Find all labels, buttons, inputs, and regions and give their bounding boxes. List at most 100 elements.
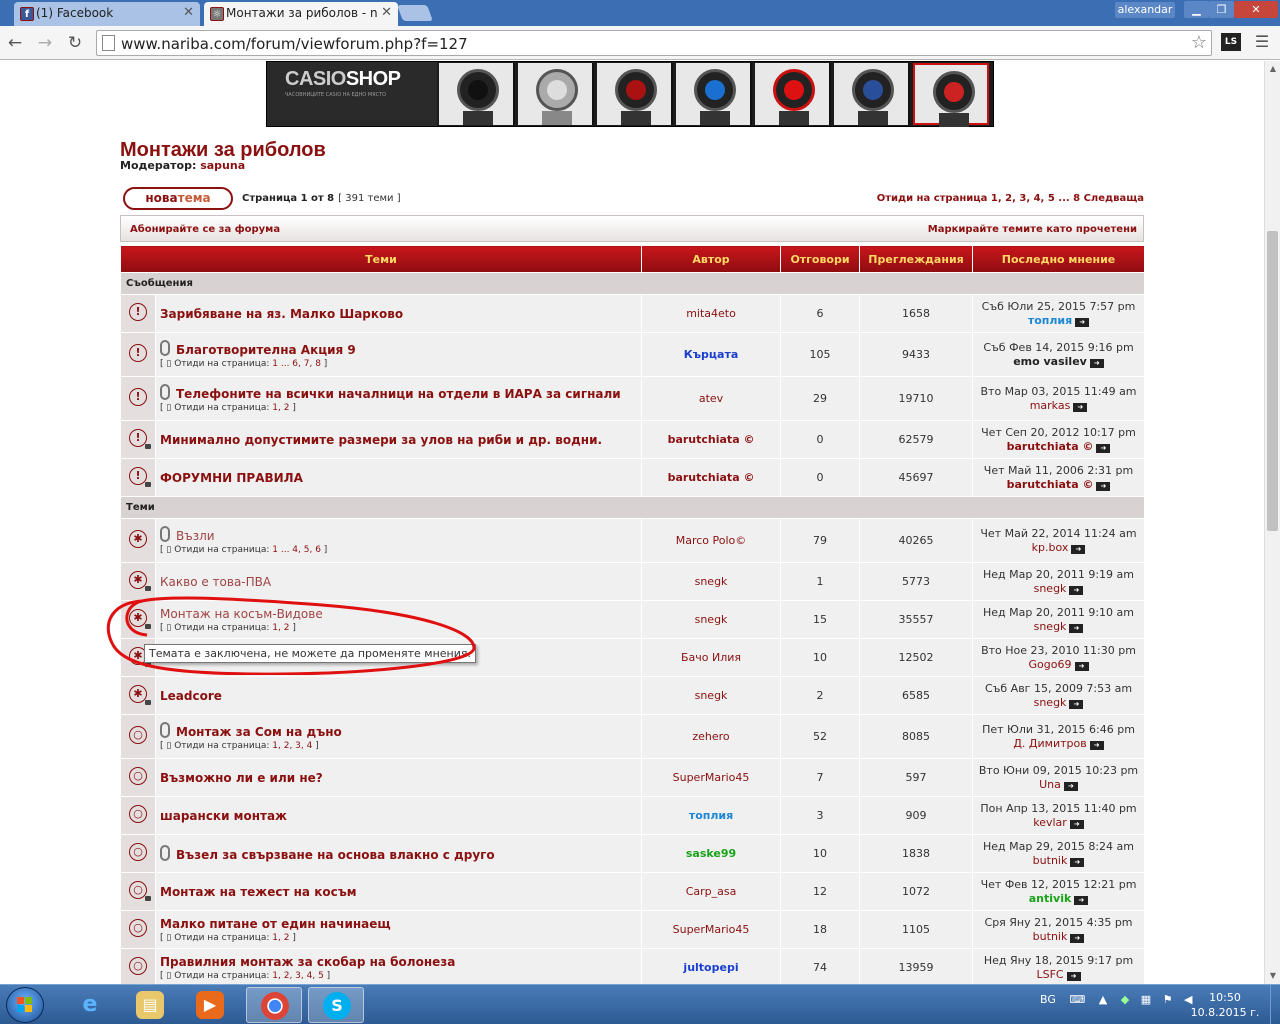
goto-last-post-icon[interactable]: ➜ [1074,661,1089,671]
goto-last-post-icon[interactable]: ➜ [1069,819,1084,829]
goto-last-post-icon[interactable]: ➜ [1074,895,1089,905]
goto-last-post-icon[interactable]: ➜ [1069,585,1084,595]
goto-last-post-icon[interactable]: ➜ [1070,933,1085,943]
subscribe-link[interactable]: Абонирайте се за форума [130,224,280,235]
goto-last-post-icon[interactable]: ➜ [1075,317,1090,327]
topic-link[interactable]: Leadcore [160,689,222,703]
maximize-button[interactable]: ❐ [1209,1,1234,18]
scroll-thumb[interactable] [1267,231,1278,531]
topic-page-links[interactable]: 1, 2 [272,933,289,943]
topic-link[interactable]: Благотворителна Акция 9 [176,343,356,357]
show-desktop-button[interactable] [1270,985,1280,1024]
topic-page-links[interactable]: 1 ... 6, 7, 8 [272,359,321,369]
topic-link[interactable]: Възли [176,529,215,543]
scroll-down-icon[interactable]: ▼ [1265,968,1280,984]
topic-link[interactable]: Телефоните на всички началници на отдели… [176,387,621,401]
topic-author[interactable]: SuperMario45 [641,910,782,949]
topic-author[interactable]: jultopepi [641,948,782,984]
minimize-button[interactable]: ▁ [1184,1,1209,18]
casio-banner[interactable]: CASIOSHOP ЧАСОВНИЦИТЕ CASIO НА ЕДНО МЯСТ… [266,61,994,127]
last-post-user[interactable]: kp.box [1032,541,1069,554]
topic-link[interactable]: Монтаж на тежест на косъм [160,885,357,899]
topic-author[interactable]: Carp_asa [641,872,782,911]
tab-forum[interactable]: ☼ Монтажи за риболов - n ✕ [204,2,398,26]
topic-link[interactable]: Малко питане от един начинаещ [160,917,391,931]
tray-expand-icon[interactable]: ▲ [1099,993,1107,1006]
topic-author[interactable]: SuperMario45 [641,758,782,797]
last-post-user[interactable]: kevlar [1033,816,1067,829]
topic-author[interactable]: snegk [641,562,782,601]
goto-last-post-icon[interactable]: ➜ [1069,699,1084,709]
topic-page-links[interactable]: 1, 2 [272,403,289,413]
url-text[interactable]: www.nariba.com/forum/viewforum.php?f=127 [121,35,468,53]
goto-last-post-icon[interactable]: ➜ [1089,740,1104,750]
topic-author[interactable]: snegk [641,600,782,639]
last-post-user[interactable]: barutchiata © [1007,478,1094,491]
topic-page-links[interactable]: 1, 2, 3, 4 [272,741,312,751]
close-icon[interactable]: ✕ [183,5,194,20]
topic-page-links[interactable]: 1, 2, 3, 4, 5 [272,971,324,981]
new-topic-button[interactable]: новатема [123,187,233,210]
clock[interactable]: 10:50 10.8.2015 г. [1190,990,1260,1020]
topic-link[interactable]: шарански монтаж [160,809,287,823]
last-post-user[interactable]: Una [1039,778,1061,791]
scroll-up-icon[interactable]: ▲ [1265,61,1280,77]
taskbar-explorer[interactable]: ▤ [122,987,178,1023]
topic-link[interactable]: Възможно ли е или не? [160,771,323,785]
tab-facebook[interactable]: f (1) Facebook ✕ [14,2,200,26]
topic-author[interactable]: mita4eto [641,294,782,333]
topic-author[interactable]: Marco Polo© [641,518,782,563]
topic-author[interactable]: топлия [641,796,782,835]
goto-last-post-icon[interactable]: ➜ [1066,971,1081,981]
topic-author[interactable]: barutchiata © [641,458,782,497]
last-post-user[interactable]: emo vasilev [1013,355,1087,368]
topic-link[interactable]: Какво е това-ПВА [160,575,271,589]
last-post-user[interactable]: antivik [1029,892,1072,905]
goto-last-post-icon[interactable]: ➜ [1096,481,1111,491]
vertical-scrollbar[interactable]: ▲ ▼ [1264,61,1280,984]
mark-read-link[interactable]: Маркирайте темите като прочетени [928,224,1137,235]
taskbar-media-player[interactable]: ▶ [182,987,238,1023]
topic-link[interactable]: Монтаж за Сом на дъно [176,725,342,739]
goto-last-post-icon[interactable]: ➜ [1073,402,1088,412]
goto-last-post-icon[interactable]: ➜ [1070,857,1085,867]
taskbar-ie[interactable]: e [62,987,118,1023]
goto-last-post-icon[interactable]: ➜ [1089,358,1104,368]
topic-page-links[interactable]: 1 ... 4, 5, 6 [272,545,321,555]
last-post-user[interactable]: markas [1030,399,1071,412]
back-icon[interactable]: ← [4,32,26,54]
tray-app-icon[interactable]: ◆ [1121,993,1129,1006]
address-bar[interactable]: www.nariba.com/forum/viewforum.php?f=127… [96,30,1212,56]
language-indicator[interactable]: BG [1040,993,1056,1006]
topic-link[interactable]: ФОРУМНИ ПРАВИЛА [160,471,303,485]
pagination[interactable]: Отиди на страница 1, 2, 3, 4, 5 ... 8 Сл… [877,193,1144,204]
forward-icon[interactable]: → [34,32,56,54]
profile-button[interactable]: alexandar [1115,2,1175,18]
network-icon[interactable]: ▦ [1141,993,1151,1006]
last-post-user[interactable]: LSFC [1036,968,1063,981]
chrome-menu-icon[interactable]: ☰ [1253,33,1271,51]
topic-author[interactable]: zehero [641,714,782,759]
topic-link[interactable]: Минимално допустимите размери за улов на… [160,433,602,447]
goto-last-post-icon[interactable]: ➜ [1096,443,1111,453]
last-post-user[interactable]: snegk [1034,582,1067,595]
flag-icon[interactable]: ⚑ [1163,993,1173,1006]
keyboard-icon[interactable]: ⌨ [1069,993,1085,1006]
close-icon[interactable]: ✕ [381,5,392,20]
topic-author[interactable]: Кърцата [641,332,782,377]
topic-author[interactable]: saske99 [641,834,782,873]
taskbar-skype[interactable]: S [308,987,364,1023]
goto-last-post-icon[interactable]: ➜ [1063,781,1078,791]
last-post-user[interactable]: snegk [1034,696,1067,709]
bookmark-star-icon[interactable]: ☆ [1191,32,1207,53]
taskbar-chrome[interactable] [246,987,302,1023]
topic-link[interactable]: Правилния монтаж за скобар на болонеза [160,955,455,969]
topic-link[interactable]: Зарибяване на яз. Малко Шарково [160,307,403,321]
last-post-user[interactable]: Д. Димитров [1013,737,1086,750]
topic-page-links[interactable]: 1, 2 [272,623,289,633]
topic-author[interactable]: Бачо Илия [641,638,782,677]
moderator-link[interactable]: sapuna [200,159,245,172]
topic-author[interactable]: atev [641,376,782,421]
start-button[interactable] [6,987,44,1023]
reload-icon[interactable]: ↻ [64,32,86,54]
